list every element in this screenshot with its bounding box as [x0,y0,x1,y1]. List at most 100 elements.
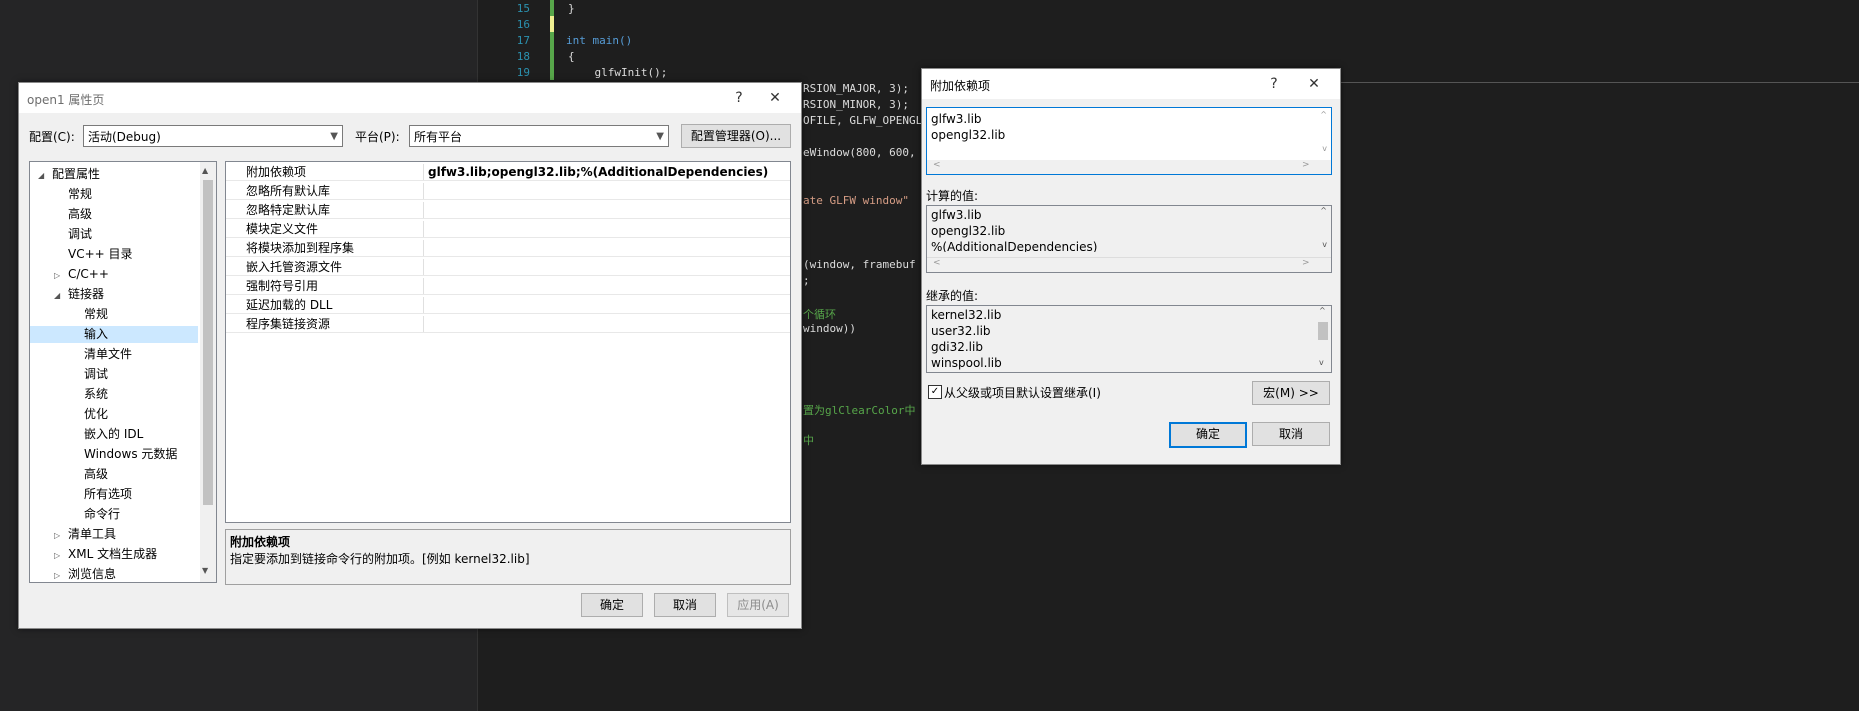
property-value[interactable]: glfw3.lib;opengl32.lib;%(AdditionalDepen… [428,164,768,180]
collapsed-icon[interactable]: ▷ [54,547,68,564]
tree-item-label: VC++ 目录 [68,247,133,261]
property-row[interactable]: 延迟加载的 DLL [226,297,790,314]
config-label: 配置(C): [29,130,75,144]
close-icon[interactable]: ✕ [761,87,789,109]
collapsed-icon[interactable]: ▷ [54,267,68,284]
property-name: 忽略所有默认库 [246,183,424,199]
tree-item-label: 链接器 [68,287,105,301]
tree-item[interactable]: 常规 [30,306,198,323]
expanded-icon[interactable]: ◢ [38,167,52,184]
help-icon[interactable]: ? [1260,73,1288,95]
cancel-button[interactable]: 取消 [1252,422,1330,446]
inherited-scrollbar[interactable]: ^ v [1315,306,1331,372]
code-fragment: 个循环 [803,308,836,321]
tree-item-label: 高级 [84,467,109,481]
tree-item[interactable]: 嵌入的 IDL [30,426,198,443]
config-value: 活动(Debug) [88,130,161,144]
tree-item[interactable]: ▷ 浏览信息 [30,566,198,582]
platform-select[interactable]: 所有平台 ▼ [409,125,669,147]
tree-item[interactable]: 命令行 [30,506,198,523]
tree-item[interactable]: ▷ C/C++ [30,266,198,283]
tree-item[interactable]: 系统 [30,386,198,403]
scroll-thumb[interactable] [1318,322,1328,340]
code-fragment: 中 [803,434,814,447]
code-fragment: ; [803,274,810,287]
property-row[interactable]: 忽略所有默认库 [226,183,790,200]
tree-item[interactable]: 高级 [30,206,198,223]
property-row[interactable]: 程序集链接资源 [226,316,790,333]
chevron-down-icon: ▼ [330,131,338,142]
code-fragment: ate GLFW window" [803,194,909,207]
property-grid: 附加依赖项 glfw3.lib;opengl32.lib;%(Additional… [225,161,791,523]
property-name: 强制符号引用 [246,278,424,294]
edit-line: glfw3.lib [931,112,982,126]
tree-item-label: 高级 [68,207,93,221]
scroll-down-icon[interactable]: v [1319,358,1324,367]
tree-item-label: 优化 [84,407,109,421]
tree-item[interactable]: 高级 [30,466,198,483]
tree-item-label: 清单文件 [84,347,133,361]
scroll-up-icon[interactable]: ^ [1320,110,1327,119]
property-name: 忽略特定默认库 [246,202,424,218]
ok-button[interactable]: 确定 [581,593,643,617]
collapsed-icon[interactable]: ▷ [54,567,68,582]
change-indicator [550,0,554,80]
horizontal-scrollbar[interactable]: < > [927,160,1331,174]
tree-item[interactable]: ◢ 链接器 [30,286,198,303]
config-select[interactable]: 活动(Debug) ▼ [83,125,343,147]
code-fragment: RSION_MAJOR, 3); [803,82,909,95]
help-icon[interactable]: ? [725,87,753,109]
code-line: { [568,50,575,63]
tree-item[interactable]: ◢ 配置属性 [30,166,198,183]
tree-item[interactable]: ▷ 清单工具 [30,526,198,543]
tree-item-label: 所有选项 [84,487,133,501]
scroll-down-icon[interactable]: v [1322,240,1327,249]
tree-item[interactable]: 清单文件 [30,346,198,363]
tree-item[interactable]: 输入 [30,326,198,343]
tree-item[interactable]: 调试 [30,226,198,243]
scroll-up-icon[interactable]: ^ [1319,306,1326,315]
scroll-down-icon[interactable]: ▼ [202,566,208,575]
close-icon[interactable]: ✕ [1300,73,1328,95]
property-row[interactable]: 模块定义文件 [226,221,790,238]
ok-button[interactable]: 确定 [1169,422,1247,448]
tree-item[interactable]: VC++ 目录 [30,246,198,263]
macro-button[interactable]: 宏(M) >> [1252,381,1330,405]
cancel-button[interactable]: 取消 [654,593,716,617]
tree-scrollbar[interactable]: ▲ ▼ [200,162,216,582]
property-row[interactable]: 嵌入托管资源文件 [226,259,790,276]
property-row[interactable]: 附加依赖项 glfw3.lib;opengl32.lib;%(Additional… [226,164,790,181]
tree-item[interactable]: ▷ XML 文档生成器 [30,546,198,563]
inherit-checkbox[interactable]: ✓ [928,385,942,399]
property-row[interactable]: 将模块添加到程序集 [226,240,790,257]
tree-item-label: 系统 [84,387,109,401]
platform-label: 平台(P): [355,130,400,144]
line-number: 15 [516,2,530,15]
tree-item[interactable]: Windows 元数据 [30,446,198,463]
computed-label: 计算的值: [926,189,979,203]
line-number: 17 [516,34,530,47]
dialog-titlebar: 附加依赖项 ? ✕ [922,69,1340,99]
property-row[interactable]: 忽略特定默认库 [226,202,790,219]
scroll-up-icon[interactable]: ^ [1320,206,1327,215]
tree-item-label: XML 文档生成器 [68,547,158,561]
scroll-down-icon[interactable]: v [1322,144,1327,153]
horizontal-scrollbar[interactable]: < > [927,257,1331,272]
apply-button[interactable]: 应用(A) [727,593,789,617]
collapsed-icon[interactable]: ▷ [54,527,68,544]
scroll-thumb[interactable] [203,180,213,505]
code-fragment: eWindow(800, 600, [803,146,916,159]
tree-item[interactable]: 优化 [30,406,198,423]
property-row[interactable]: 强制符号引用 [226,278,790,295]
platform-value: 所有平台 [414,130,463,144]
expanded-icon[interactable]: ◢ [54,287,68,304]
dependencies-edit-box[interactable]: glfw3.lib opengl32.lib ^ v < > [926,107,1332,175]
code-fragment: OFILE, GLFW_OPENGL [803,114,923,127]
tree-item[interactable]: 所有选项 [30,486,198,503]
tree-item-label: 调试 [84,367,109,381]
scroll-up-icon[interactable]: ▲ [202,166,208,175]
computed-value: glfw3.lib [931,208,982,222]
tree-item[interactable]: 调试 [30,366,198,383]
config-manager-button[interactable]: 配置管理器(O)... [681,124,791,148]
tree-item[interactable]: 常规 [30,186,198,203]
